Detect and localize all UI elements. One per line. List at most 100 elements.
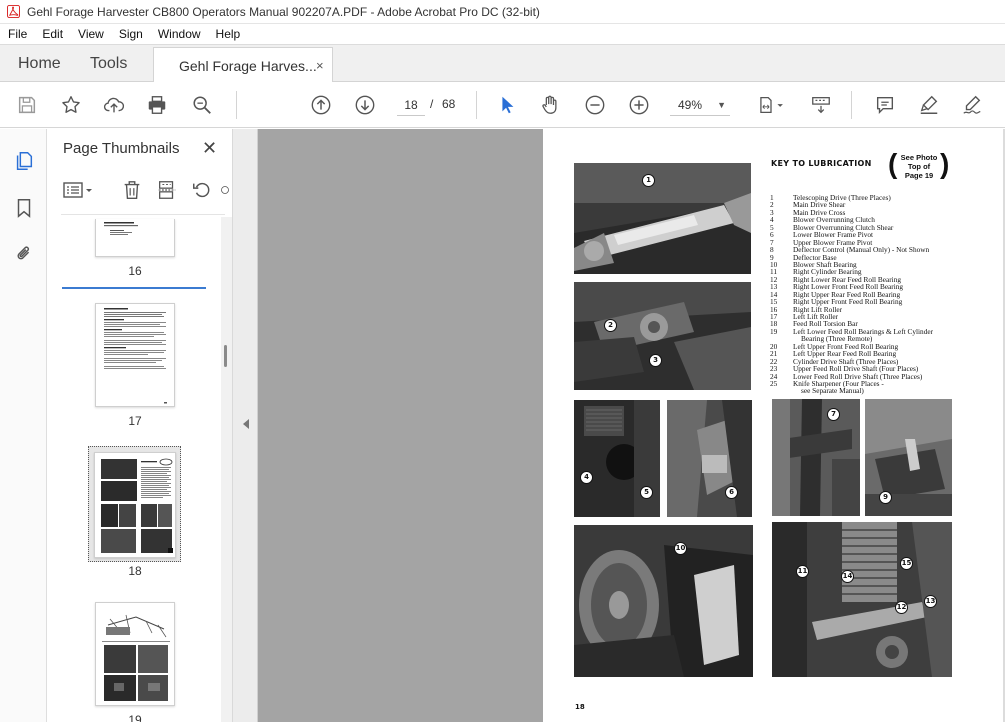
callout-15: 15 (900, 557, 913, 570)
callout-12: 12 (895, 601, 908, 614)
page-thumbnails-panel: Page Thumbnails ✕ 16 17 18 19 (47, 129, 233, 722)
panel-title: Page Thumbnails (63, 140, 180, 157)
bookmark-star-icon[interactable] (59, 93, 83, 117)
thumbnail-content (101, 458, 173, 553)
callout-14: 14 (841, 570, 854, 583)
thumbnail-page-16[interactable] (95, 219, 175, 257)
scroll-mode-icon[interactable] (809, 93, 833, 117)
callout-7: 7 (827, 408, 840, 421)
document-page: KEY TO LUBRICATION ( See Photo Top of Pa… (543, 129, 1003, 722)
extract-pages-icon[interactable] (155, 178, 179, 202)
sign-icon[interactable] (960, 93, 984, 117)
delete-icon[interactable] (120, 178, 144, 202)
page-number-input[interactable]: 18 (397, 94, 425, 116)
thumbnail-page-17[interactable] (95, 303, 175, 407)
tab-home[interactable]: Home (18, 55, 61, 73)
photo-main-drive: 2 3 (574, 282, 751, 390)
thumbnail-label: 19 (128, 713, 142, 722)
photo-blower-clutch: 4 5 (574, 400, 660, 517)
thumbnail-page-18[interactable] (94, 452, 176, 558)
thumbnail-label: 18 (128, 564, 142, 578)
page-number: 18 (575, 703, 585, 711)
zoom-level-select[interactable]: 49% ▼ (670, 94, 730, 116)
callout-3: 3 (649, 354, 662, 367)
thumbnail-content (104, 222, 138, 235)
chevron-down-icon: ▼ (717, 100, 726, 110)
callout-10: 10 (674, 542, 687, 555)
zoom-search-icon[interactable] (190, 93, 214, 117)
menu-sign[interactable]: Sign (111, 27, 150, 41)
more-tools-icon[interactable] (219, 178, 231, 202)
zoom-in-icon[interactable] (627, 93, 651, 117)
left-navigation-rail (0, 129, 47, 722)
callout-9: 9 (879, 491, 892, 504)
thumbnail-page-19[interactable] (95, 602, 175, 706)
menu-window[interactable]: Window (150, 27, 208, 41)
hand-icon[interactable] (538, 93, 562, 117)
thumbnail-label: 17 (128, 414, 142, 428)
document-background (258, 129, 543, 722)
fit-page-icon[interactable] (753, 93, 789, 117)
toolbar-separator (851, 91, 852, 119)
tab-tools[interactable]: Tools (90, 55, 127, 73)
thumbnail-content (102, 614, 170, 701)
panel-splitter[interactable] (233, 129, 258, 722)
photo-telescoping-drive: 1 (574, 163, 751, 274)
rotate-icon[interactable] (190, 178, 214, 202)
tab-close-icon[interactable]: × (316, 58, 324, 73)
panel-close-icon[interactable]: ✕ (202, 138, 217, 159)
key-title: KEY TO LUBRICATION (771, 159, 872, 168)
title-bar: Gehl Forage Harvester CB800 Operators Ma… (0, 0, 1005, 24)
toolbar-separator (236, 91, 237, 119)
page-total: 68 (442, 97, 456, 111)
page-thumbnails-icon[interactable] (12, 149, 36, 173)
highlight-icon[interactable] (917, 93, 941, 117)
menu-view[interactable]: View (70, 27, 111, 41)
upload-icon[interactable] (102, 93, 126, 117)
acrobat-app-icon (7, 5, 20, 18)
comment-icon[interactable] (873, 93, 897, 117)
photo-feed-rolls: 11 14 15 12 13 (772, 522, 952, 677)
callout-11: 11 (796, 565, 809, 578)
callout-4: 4 (580, 471, 593, 484)
zoom-level-value: 49% (678, 98, 703, 112)
thumbnail-content (104, 308, 167, 404)
collapse-panel-icon[interactable] (243, 419, 249, 429)
next-page-icon[interactable] (353, 93, 377, 117)
tab-document-label: Gehl Forage Harves... (179, 58, 317, 74)
menu-bar: File Edit View Sign Window Help (0, 24, 1005, 44)
page-separator: / (430, 97, 434, 111)
callout-2: 2 (604, 319, 617, 332)
legend-item-continued: see Separate Manual) (801, 386, 864, 396)
main-toolbar: 18 / 68 49% ▼ (0, 82, 1005, 128)
menu-file[interactable]: File (0, 27, 34, 41)
attachments-icon[interactable] (12, 242, 36, 266)
thumbnail-divider (62, 287, 206, 289)
thumbnail-scrollbar[interactable] (221, 217, 232, 722)
thumbnail-options-icon[interactable] (61, 178, 97, 202)
print-icon[interactable] (145, 93, 169, 117)
prev-page-icon[interactable] (309, 93, 333, 117)
save-icon[interactable] (15, 93, 39, 117)
callout-13: 13 (924, 595, 937, 608)
scrollbar-thumb[interactable] (224, 345, 227, 367)
callout-1: 1 (642, 174, 655, 187)
zoom-out-icon[interactable] (583, 93, 607, 117)
tab-document[interactable]: Gehl Forage Harves... × (153, 47, 333, 84)
callout-5: 5 (640, 486, 653, 499)
photo-lower-pivot: 6 (667, 400, 752, 517)
menu-help[interactable]: Help (208, 27, 248, 41)
bookmarks-icon[interactable] (12, 196, 36, 220)
photo-blower-shaft: 10 (574, 525, 753, 677)
thumbnail-label: 16 (128, 264, 142, 278)
lubrication-legend: 1 Telescoping Drive (Three Places) 2 Main … (770, 194, 1000, 395)
see-photo-note: ( See Photo Top of Page 19 ) (888, 148, 950, 183)
callout-6: 6 (725, 486, 738, 499)
paren-right: ) (940, 148, 950, 179)
window-title: Gehl Forage Harvester CB800 Operators Ma… (27, 4, 540, 19)
paren-left: ( (888, 148, 898, 179)
select-cursor-icon[interactable] (495, 93, 519, 117)
toolbar-separator (476, 91, 477, 119)
tabs-row: Home Tools Gehl Forage Harves... × (0, 44, 1005, 84)
menu-edit[interactable]: Edit (34, 27, 70, 41)
